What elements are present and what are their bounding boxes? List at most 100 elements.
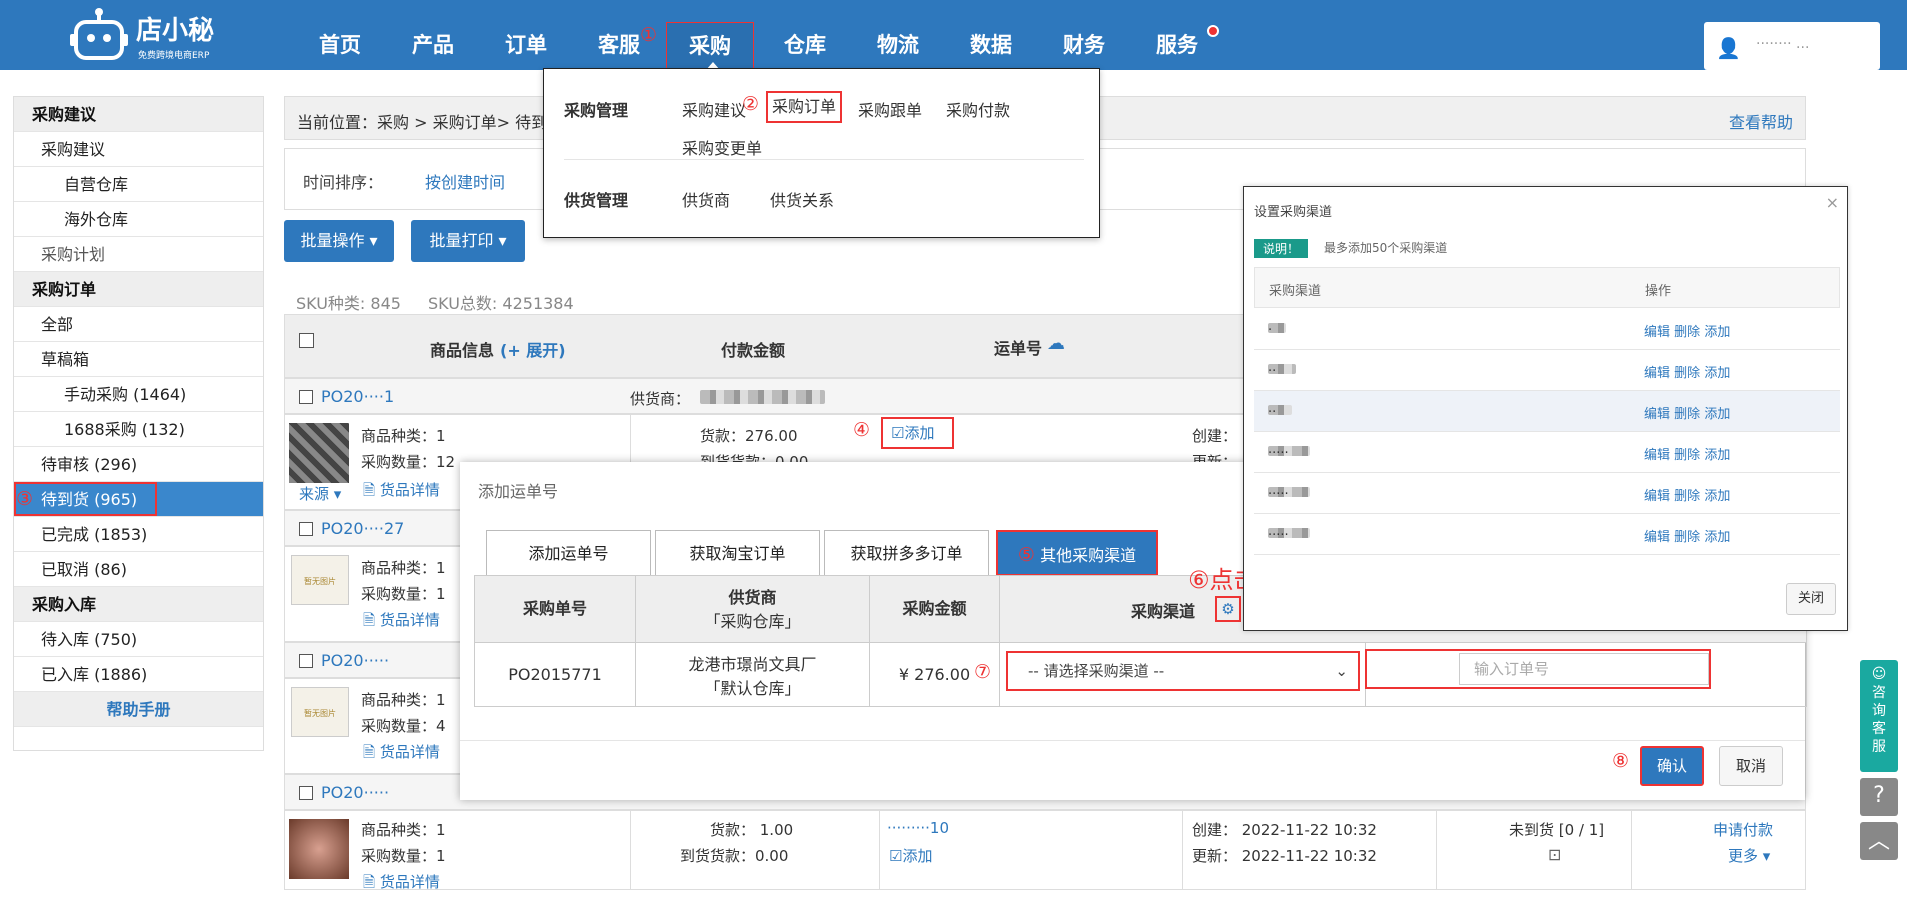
delete-link[interactable]: 删除: [1674, 366, 1700, 381]
sidebar-item-plan[interactable]: 采购计划: [14, 237, 263, 272]
nav-order[interactable]: 订单: [491, 0, 561, 70]
add-link[interactable]: 添加: [1704, 325, 1730, 340]
channel-settings-gear-icon[interactable]: ⚙: [1215, 596, 1241, 622]
menu-supply-relation[interactable]: 供货关系: [770, 187, 834, 211]
edit-link[interactable]: 编辑: [1644, 325, 1670, 340]
help-link[interactable]: 查看帮助: [1729, 109, 1793, 133]
goods-qty: 采购数量：1: [361, 847, 446, 865]
edit-link[interactable]: 编辑: [1644, 489, 1670, 504]
sidebar-item-overseas-warehouse[interactable]: 海外仓库: [14, 202, 263, 237]
more-dropdown[interactable]: 更多 ▾: [1728, 845, 1770, 866]
menu-purchase-change[interactable]: 采购变更单: [682, 135, 762, 159]
add-link[interactable]: 添加: [1704, 448, 1730, 463]
batch-operation-button[interactable]: 批量操作 ▾: [284, 220, 394, 262]
nav-warehouse[interactable]: 仓库: [770, 0, 840, 70]
order-checkbox[interactable]: [299, 786, 313, 800]
goods-detail-link[interactable]: 🗎 货品详情: [363, 741, 440, 767]
sidebar-item-pending-inbound[interactable]: 待入库 (750): [14, 622, 263, 657]
menu-purchase-suggest[interactable]: 采购建议: [682, 97, 746, 121]
delete-link[interactable]: 删除: [1674, 448, 1700, 463]
sidebar-help-link[interactable]: 帮助手册: [14, 692, 263, 727]
sidebar-item-suggest[interactable]: 采购建议: [14, 132, 263, 167]
order-checkbox[interactable]: [299, 390, 313, 404]
order-number-input[interactable]: 输入订单号: [1459, 653, 1709, 685]
order-number[interactable]: PO20·····: [321, 783, 389, 802]
channel-row: ·· 编辑 删除 添加: [1254, 391, 1840, 432]
cloud-upload-icon[interactable]: ☁: [1047, 333, 1065, 354]
apply-payment-link[interactable]: 申请付款: [1713, 819, 1773, 840]
delete-link[interactable]: 删除: [1674, 489, 1700, 504]
sidebar-item-pending-review[interactable]: 待审核 (296): [14, 447, 263, 482]
goods-detail-link[interactable]: 🗎 货品详情: [363, 609, 440, 635]
goods-detail-link[interactable]: 🗎 货品详情: [363, 871, 440, 889]
notification-dot: [1207, 25, 1219, 37]
tab-add-tracking[interactable]: 添加运单号: [486, 530, 651, 576]
sidebar-item-inbounded[interactable]: 已入库 (1886): [14, 657, 263, 692]
sidebar-item-drafts[interactable]: 草稿箱: [14, 342, 263, 377]
menu-purchase-follow[interactable]: 采购跟单: [858, 97, 922, 121]
add-tracking-button[interactable]: ☑添加: [881, 417, 954, 449]
menu-purchase-order[interactable]: 采购订单: [766, 91, 842, 123]
add-link[interactable]: 添加: [1704, 489, 1730, 504]
edit-link[interactable]: 编辑: [1644, 366, 1670, 381]
menu-supplier[interactable]: 供货商: [682, 187, 730, 211]
goods-detail-link[interactable]: 🗎 货品详情: [363, 479, 440, 505]
goods-detail-label: 货品详情: [379, 611, 440, 629]
sidebar-item-awaiting-arrival[interactable]: ③ 待到货 (965): [14, 482, 263, 517]
panel-close-button[interactable]: 关闭: [1786, 583, 1836, 615]
menu-purchase-payment[interactable]: 采购付款: [946, 97, 1010, 121]
nav-logistics[interactable]: 物流: [863, 0, 933, 70]
edit-link[interactable]: 编辑: [1644, 407, 1670, 422]
tracking-number[interactable]: ·········10: [887, 819, 949, 837]
edit-link[interactable]: 编辑: [1644, 448, 1670, 463]
order-checkbox[interactable]: [299, 522, 313, 536]
cancel-button[interactable]: 取消: [1719, 746, 1783, 786]
nav-product[interactable]: 产品: [398, 0, 468, 70]
nav-services[interactable]: 服务: [1142, 0, 1212, 70]
source-dropdown[interactable]: 来源 ▾: [299, 483, 341, 504]
sidebar-item-cancelled[interactable]: 已取消 (86): [14, 552, 263, 587]
delete-link[interactable]: 删除: [1674, 325, 1700, 340]
delete-link[interactable]: 删除: [1674, 407, 1700, 422]
edit-link[interactable]: 编辑: [1644, 530, 1670, 545]
tab-taobao[interactable]: 获取淘宝订单: [655, 530, 820, 576]
product-thumbnail[interactable]: [289, 423, 349, 483]
sidebar-section-orders[interactable]: 采购订单: [14, 272, 263, 307]
nav-finance[interactable]: 财务: [1049, 0, 1119, 70]
expand-toggle[interactable]: (+ 展开): [500, 337, 566, 361]
product-thumbnail[interactable]: [289, 819, 349, 879]
arrival-detail-icon[interactable]: ⊡: [1548, 845, 1561, 864]
nav-home[interactable]: 首页: [305, 0, 375, 70]
tab-other-channel[interactable]: ⑤ 其他采购渠道: [996, 530, 1158, 576]
tab-pinduoduo[interactable]: 获取拼多多订单: [824, 530, 989, 576]
sidebar-item-completed[interactable]: 已完成 (1853): [14, 517, 263, 552]
sidebar-item-all[interactable]: 全部: [14, 307, 263, 342]
select-all-checkbox[interactable]: [299, 333, 314, 348]
sidebar-section-inbound[interactable]: 采购入库: [14, 587, 263, 622]
help-icon[interactable]: ?: [1860, 778, 1898, 816]
order-checkbox[interactable]: [299, 654, 313, 668]
confirm-button[interactable]: 确认: [1640, 746, 1704, 786]
sort-by-created[interactable]: 按创建时间: [425, 169, 505, 193]
sidebar-section-suggest[interactable]: 采购建议: [14, 97, 263, 132]
order-number[interactable]: PO20····27: [321, 519, 404, 538]
nav-data[interactable]: 数据: [956, 0, 1026, 70]
close-icon[interactable]: ×: [1826, 193, 1839, 212]
logo[interactable]: 店小秘 免费跨境电商ERP: [70, 6, 240, 64]
channel-select[interactable]: -- 请选择采购渠道 -- ⌄: [1006, 651, 1360, 691]
sidebar-item-own-warehouse[interactable]: 自营仓库: [14, 167, 263, 202]
add-link[interactable]: 添加: [1704, 407, 1730, 422]
add-link[interactable]: 添加: [1704, 366, 1730, 381]
add-tracking-button[interactable]: ☑添加: [889, 845, 932, 866]
sidebar-item-manual[interactable]: 手动采购 (1464): [14, 377, 263, 412]
sidebar-item-1688[interactable]: 1688采购 (132): [14, 412, 263, 447]
back-to-top-icon[interactable]: ︿: [1860, 822, 1898, 860]
add-link[interactable]: 添加: [1704, 530, 1730, 545]
menu-group-purchase: 采购管理: [564, 101, 629, 120]
user-menu[interactable]: 👤 ········ ...: [1704, 22, 1880, 70]
delete-link[interactable]: 删除: [1674, 530, 1700, 545]
order-number[interactable]: PO20·····: [321, 651, 389, 670]
batch-print-button[interactable]: 批量打印 ▾: [411, 220, 525, 262]
consult-service-button[interactable]: ☺ 咨询客服: [1860, 660, 1898, 772]
order-number[interactable]: PO20····1: [321, 387, 394, 406]
